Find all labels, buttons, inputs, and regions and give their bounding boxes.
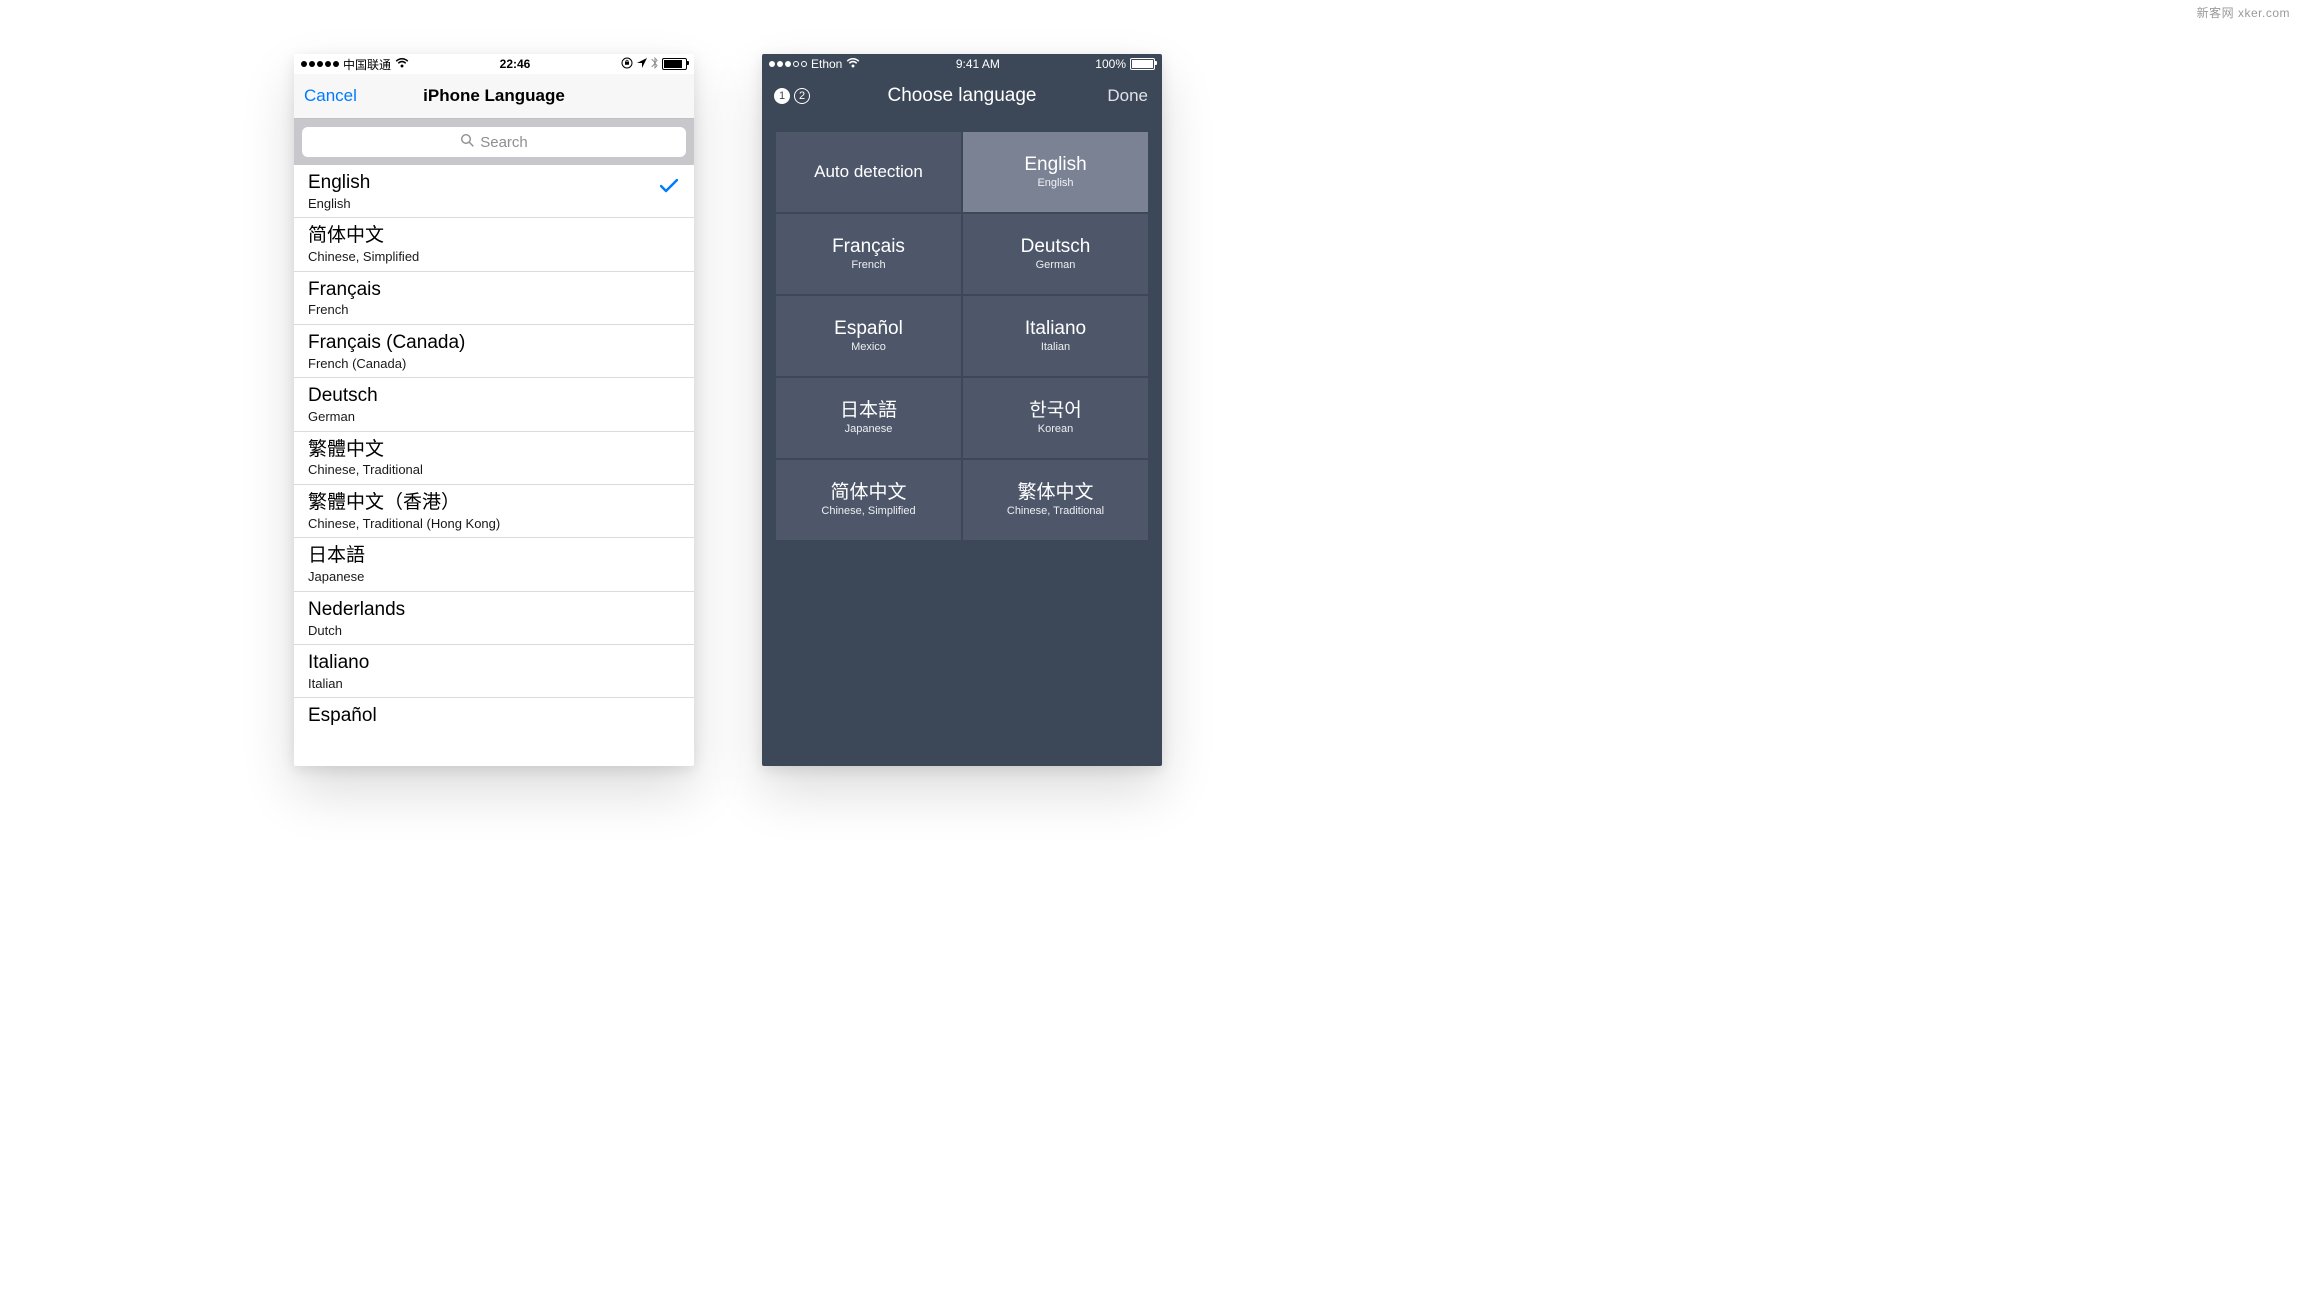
signal-strength-icon [301,61,339,67]
language-native-label: Nederlands [308,598,680,622]
language-english-label: Japanese [308,569,680,585]
language-row[interactable]: Français (Canada)French (Canada) [294,325,694,378]
checkmark-icon [660,179,678,198]
language-row[interactable]: 繁體中文（香港）Chinese, Traditional (Hong Kong) [294,485,694,538]
language-english-label: Korean [1038,423,1073,435]
language-english-label: Italian [1041,341,1070,353]
language-row[interactable]: 日本語Japanese [294,538,694,591]
language-english-label: Italian [308,676,680,692]
language-native-label: 繁体中文 [1017,483,1093,504]
language-native-label: Español [308,704,680,728]
language-native-label: Français [308,278,680,302]
language-tile[interactable]: EspañolMexico [776,296,961,376]
language-native-label: 繁體中文 [308,438,680,462]
step-1-icon: 1 [774,88,790,104]
wifi-icon [846,57,860,71]
watermark-text: 新客网 xker.com [2197,4,2290,21]
battery-icon [1130,58,1155,70]
bluetooth-icon [651,57,658,72]
language-native-label: English [1024,155,1086,176]
language-row[interactable]: 繁體中文Chinese, Traditional [294,432,694,485]
search-placeholder: Search [480,134,528,151]
tile-auto-detection[interactable]: Auto detection [776,132,961,212]
language-native-label: 简体中文 [308,224,680,248]
cancel-button[interactable]: Cancel [304,86,357,106]
status-bar: Ethon 9:41 AM 100% [762,54,1162,74]
language-native-label: Italiano [308,651,680,675]
status-time: 9:41 AM [956,57,1000,71]
search-icon [460,133,474,151]
language-english-label: English [1037,177,1073,189]
language-english-label: French (Canada) [308,356,680,372]
phone-ios-settings: 中国联通 22:46 Cancel iPhone [294,54,694,766]
language-english-label: English [308,196,680,212]
language-native-label: Français (Canada) [308,331,680,355]
language-english-label: Mexico [851,341,886,353]
language-native-label: Français [832,237,905,258]
language-tile[interactable]: 简体中文Chinese, Simplified [776,460,961,540]
battery-percent: 100% [1095,57,1126,71]
carrier-label: 中国联通 [343,56,391,73]
language-native-label: 日本語 [840,401,897,422]
language-english-label: Japanese [845,423,893,435]
language-row[interactable]: FrançaisFrench [294,272,694,325]
language-row[interactable]: NederlandsDutch [294,592,694,645]
language-tile[interactable]: DeutschGerman [963,214,1148,294]
language-row[interactable]: ItalianoItalian [294,645,694,698]
search-input[interactable]: Search [302,127,686,157]
language-english-label: German [308,409,680,425]
step-2-icon: 2 [794,88,810,104]
language-english-label: Dutch [308,623,680,639]
language-tile[interactable]: 한국어Korean [963,378,1148,458]
language-english-label: Chinese, Traditional [1007,505,1104,517]
language-row[interactable]: 简体中文Chinese, Simplified [294,218,694,271]
wifi-icon [395,57,409,71]
language-grid: Auto detectionEnglishEnglishFrançaisFren… [762,118,1162,540]
language-english-label: German [1036,259,1076,271]
signal-strength-icon [769,61,807,67]
language-english-label: French [308,302,680,318]
language-tile[interactable]: ItalianoItalian [963,296,1148,376]
language-row[interactable]: Español [294,698,694,734]
language-native-label: 한국어 [1029,401,1081,422]
page-title: iPhone Language [423,86,565,106]
nav-bar: 1 2 Choose language Done [762,74,1162,118]
status-time: 22:46 [500,57,531,71]
language-english-label: French [851,259,885,271]
step-indicator: 1 2 [774,88,810,104]
nav-bar: Cancel iPhone Language [294,74,694,119]
language-native-label: Auto detection [814,163,923,182]
language-list[interactable]: EnglishEnglish简体中文Chinese, SimplifiedFra… [294,165,694,734]
battery-icon [662,58,687,70]
language-tile[interactable]: 繁体中文Chinese, Traditional [963,460,1148,540]
phone-app-language: Ethon 9:41 AM 100% 1 2 Choose language D… [762,54,1162,766]
language-native-label: Deutsch [308,384,680,408]
language-native-label: Italiano [1025,319,1086,340]
done-button[interactable]: Done [1107,86,1148,106]
carrier-label: Ethon [811,57,842,71]
language-native-label: English [308,171,680,195]
page-title: Choose language [888,85,1037,107]
language-english-label: Chinese, Simplified [821,505,915,517]
language-native-label: Deutsch [1021,237,1091,258]
orientation-lock-icon [621,57,633,72]
language-native-label: 简体中文 [830,483,906,504]
language-row[interactable]: DeutschGerman [294,378,694,431]
language-tile[interactable]: 日本語Japanese [776,378,961,458]
status-bar: 中国联通 22:46 [294,54,694,74]
language-native-label: 日本語 [308,544,680,568]
language-row[interactable]: EnglishEnglish [294,165,694,218]
language-native-label: 繁體中文（香港） [308,491,680,515]
language-english-label: Chinese, Traditional (Hong Kong) [308,516,680,532]
language-native-label: Español [834,319,903,340]
language-tile[interactable]: EnglishEnglish [963,132,1148,212]
location-icon [637,57,647,71]
search-bar: Search [294,119,694,165]
language-tile[interactable]: FrançaisFrench [776,214,961,294]
language-english-label: Chinese, Simplified [308,249,680,265]
language-english-label: Chinese, Traditional [308,462,680,478]
